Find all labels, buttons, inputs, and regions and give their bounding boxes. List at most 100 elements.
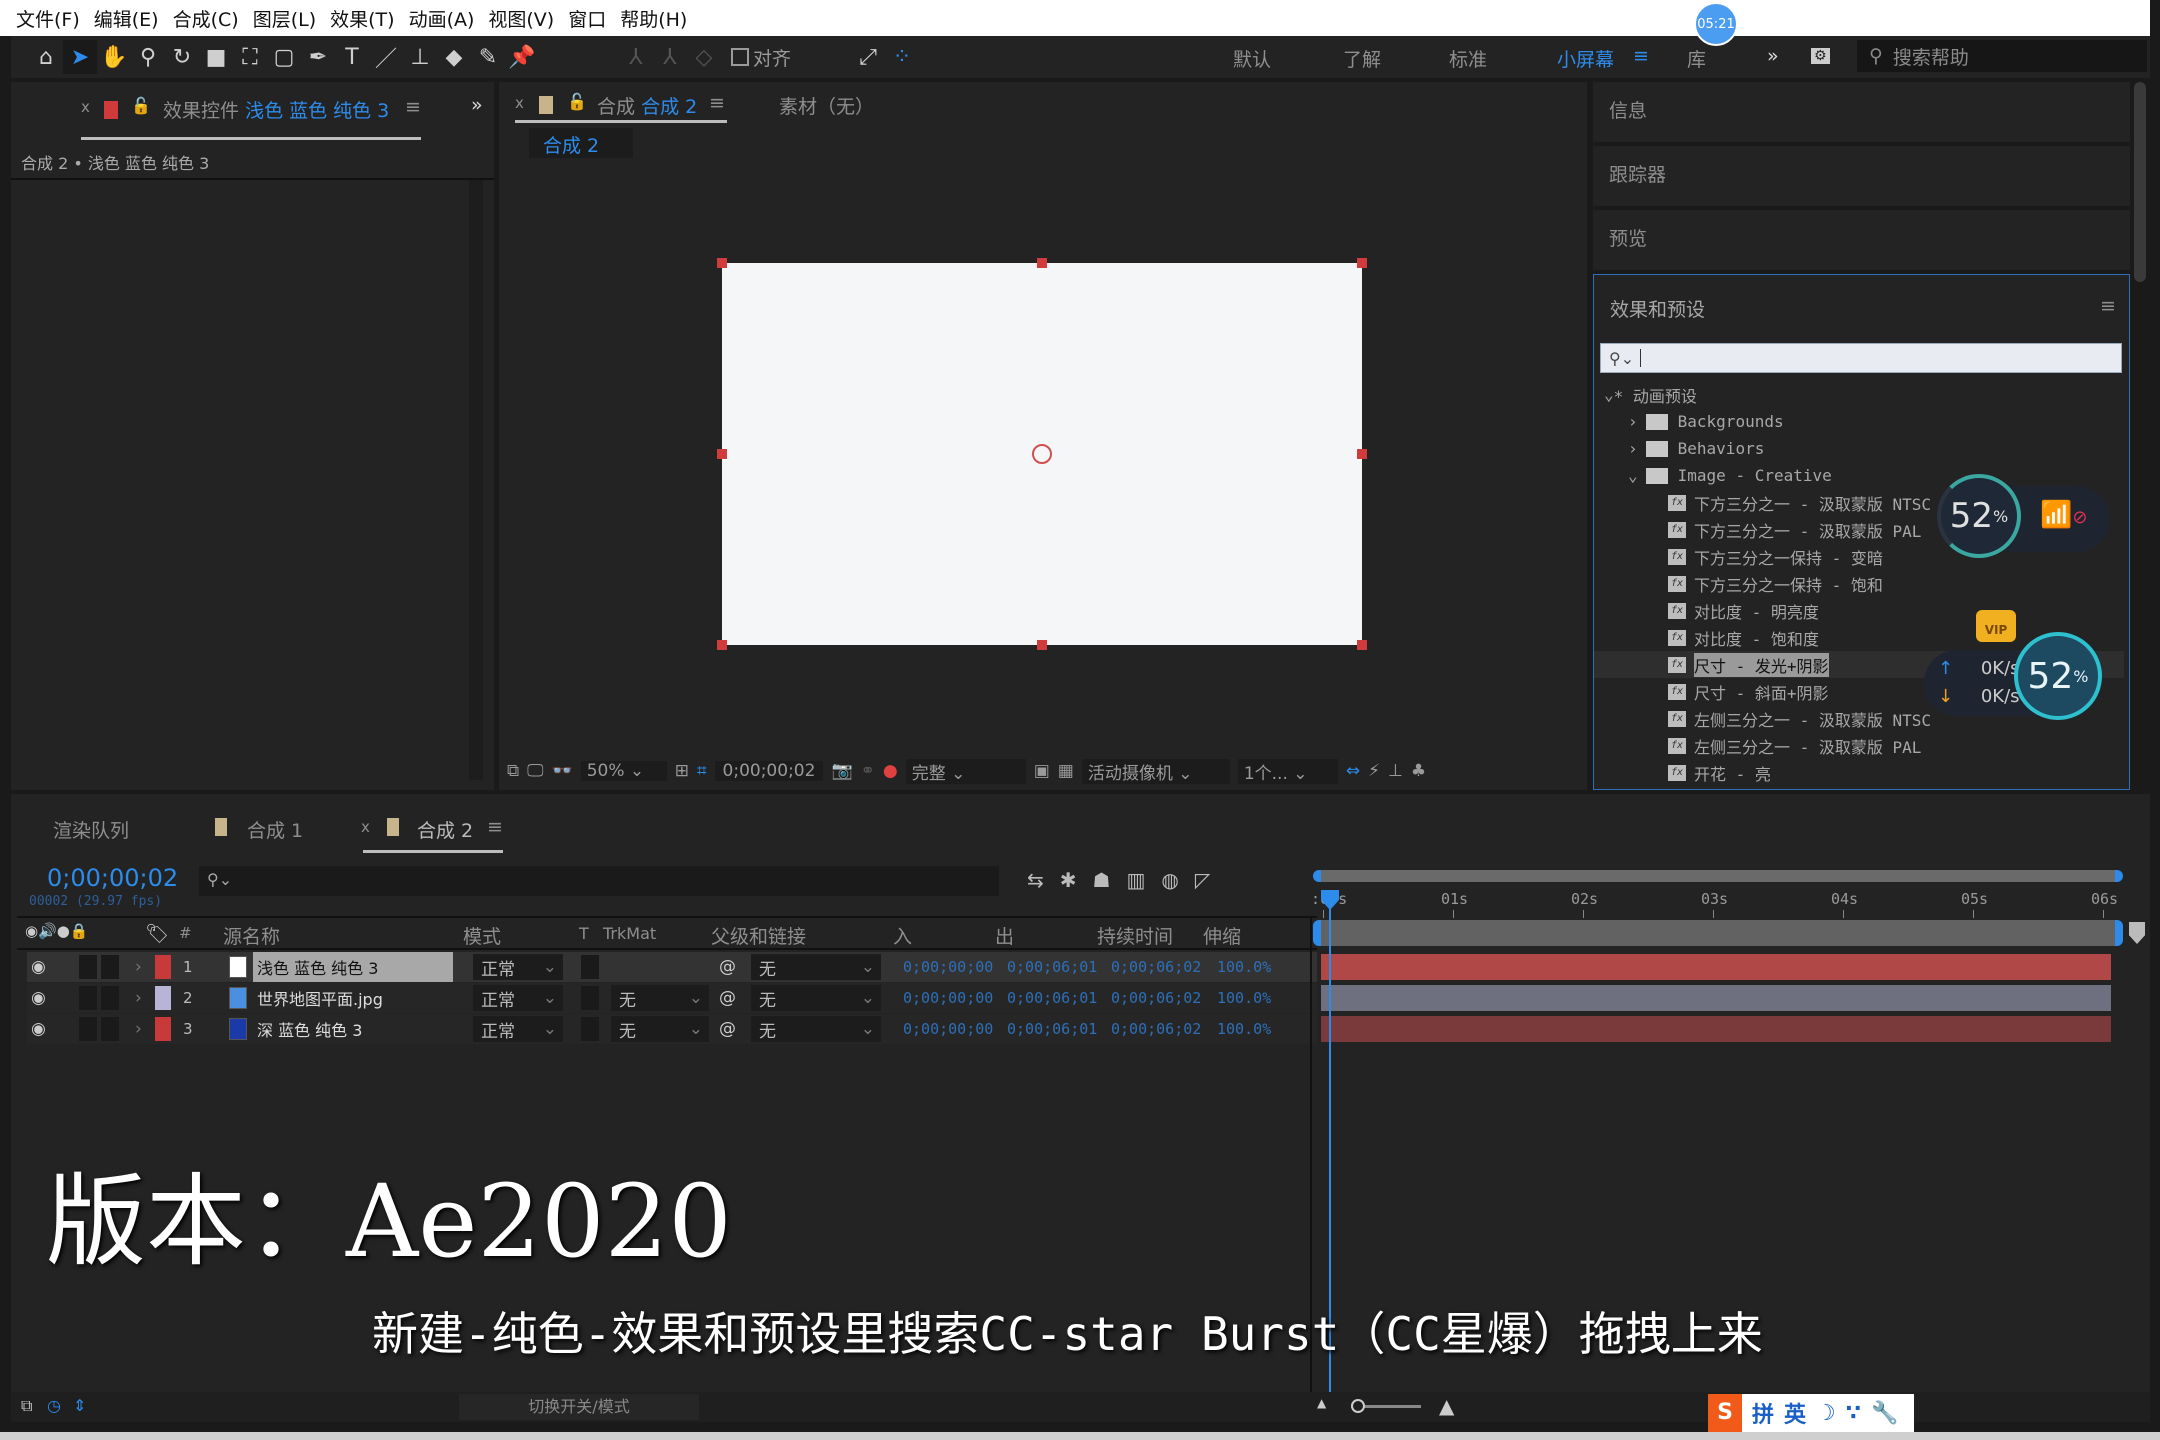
align-checkbox[interactable]: 对齐	[731, 44, 791, 71]
menu-window[interactable]: 窗口	[568, 5, 606, 32]
draft-3d-icon[interactable]: ✱	[1060, 868, 1077, 892]
tab-render-queue[interactable]: 渲染队列	[53, 816, 129, 843]
ime-toolbar[interactable]: S 拼 英 ☽ ∵ 🔧	[1708, 1394, 1914, 1432]
work-area-bar[interactable]	[1313, 920, 2123, 946]
col-source-name[interactable]: 源名称	[223, 922, 280, 949]
clone-stamp-tool-icon[interactable]: ⊥	[403, 40, 437, 74]
in-point[interactable]: 0;00;00;00	[903, 983, 993, 1013]
lock-icon[interactable]: 🔓	[131, 96, 151, 115]
time-navigator[interactable]	[1313, 870, 2123, 882]
trkmat-dropdown[interactable]: 无 ⌄	[611, 1016, 709, 1042]
layer-duration-bar[interactable]	[1321, 1016, 2111, 1042]
mask-visibility-icon[interactable]: ⌗	[697, 761, 707, 781]
brush-tool-icon[interactable]: ／	[369, 40, 403, 74]
preview-panel[interactable]: 预览	[1593, 210, 2130, 270]
preset-item[interactable]: fx 下方三分之一保持 - 饱和	[1594, 570, 2124, 597]
stretch[interactable]: 100.0%	[1217, 983, 1271, 1013]
workspace-default[interactable]: 默认	[1233, 45, 1271, 72]
hand-tool-icon[interactable]: ✋	[97, 40, 131, 74]
zoom-out-icon[interactable]: ▲	[1317, 1396, 1326, 1410]
info-panel[interactable]: 信息	[1593, 82, 2130, 142]
close-tab-icon[interactable]: x	[81, 98, 90, 116]
selection-tool-icon[interactable]: ➤	[63, 40, 97, 74]
menu-animation[interactable]: 动画(A)	[409, 5, 475, 32]
channel-icon[interactable]: ●	[883, 761, 898, 781]
lock-icon[interactable]: 🔓	[567, 92, 587, 111]
panel-menu-icon[interactable]: ≡	[487, 816, 503, 838]
vr-icon[interactable]: 👓	[552, 761, 573, 781]
solo-toggle[interactable]	[79, 1017, 97, 1041]
pick-whip-icon[interactable]: @	[719, 1014, 736, 1044]
mode-dropdown[interactable]: 正常 ⌄	[473, 954, 563, 980]
fast-previews-icon[interactable]: ⚡	[1368, 761, 1380, 781]
motion-blur-icon[interactable]: ◍	[1161, 868, 1178, 892]
expand-chevron-icon[interactable]: ›	[135, 952, 142, 982]
panel-menu-icon[interactable]: ≡	[2100, 295, 2116, 317]
workspace-standard[interactable]: 标准	[1449, 45, 1487, 72]
tree-root[interactable]: ⌄ * 动画预设	[1594, 381, 2124, 408]
transfer-controls-icon[interactable]: ◷	[47, 1396, 61, 1415]
home-icon[interactable]: ⌂	[29, 40, 63, 74]
parent-dropdown[interactable]: 无 ⌄	[751, 954, 881, 980]
in-point[interactable]: 0;00;00;00	[903, 952, 993, 982]
visibility-eye-icon[interactable]: ◉	[31, 983, 46, 1013]
tab-comp-2[interactable]: 合成 2	[417, 816, 473, 843]
menu-layer[interactable]: 图层(L)	[253, 5, 316, 32]
always-preview-icon[interactable]: ⧉	[507, 761, 519, 781]
time-ruler[interactable]: :00s01s02s03s04s05s06s	[1311, 886, 2123, 920]
preset-item[interactable]: fx 对比度 - 明亮度	[1594, 597, 2124, 624]
label-color[interactable]	[155, 1017, 171, 1041]
magnification-dropdown[interactable]: 50% ⌄	[580, 761, 667, 781]
more-workspaces-icon[interactable]: »	[1767, 45, 1779, 67]
zoom-in-icon[interactable]: ▲	[1439, 1394, 1454, 1418]
tree-folder[interactable]: ⌄ Image - Creative	[1594, 462, 2124, 489]
menu-file[interactable]: 文件(F)	[16, 5, 80, 32]
col-duration[interactable]: 持续时间	[1097, 922, 1173, 949]
snap-icon[interactable]: ⤢	[851, 40, 885, 74]
layer-switches-icon[interactable]: ⧉	[21, 1396, 32, 1416]
frame-blending-icon[interactable]: ▥	[1126, 868, 1145, 892]
col-parent[interactable]: 父级和链接	[711, 922, 806, 949]
parent-dropdown[interactable]: 无 ⌄	[751, 1016, 881, 1042]
viewer-area[interactable]	[499, 164, 1587, 744]
layer-duration-bar[interactable]	[1321, 985, 2111, 1011]
stretch[interactable]: 100.0%	[1217, 1014, 1271, 1044]
menu-help[interactable]: 帮助(H)	[620, 5, 687, 32]
transform-handle[interactable]	[717, 258, 727, 268]
transform-handle[interactable]	[717, 640, 727, 650]
mode-dropdown[interactable]: 正常 ⌄	[473, 985, 563, 1011]
sync-settings-icon[interactable]: ⚙	[1811, 48, 1830, 64]
preset-item[interactable]: fx 开花 - 亮	[1594, 759, 2124, 786]
pen-tool-icon[interactable]: ✒	[301, 40, 335, 74]
workspace-library[interactable]: 库	[1687, 45, 1706, 72]
expand-chevron-icon[interactable]: ›	[135, 983, 142, 1013]
region-of-interest-icon[interactable]: ▣	[1034, 761, 1050, 781]
expand-panels-icon[interactable]: »	[471, 94, 483, 116]
rotate-tool-icon[interactable]: ↻	[165, 40, 199, 74]
layer-name[interactable]: 浅色 蓝色 纯色 3	[253, 952, 453, 982]
col-trkmat[interactable]: TrkMat	[603, 924, 656, 943]
visibility-eye-icon[interactable]: ◉	[31, 952, 46, 982]
tree-folder[interactable]: › Behaviors	[1594, 435, 2124, 462]
pan-behind-tool-icon[interactable]: ⛶	[233, 40, 267, 74]
snap-options-icon[interactable]: ⁘	[885, 40, 919, 74]
close-tab-icon[interactable]: x	[361, 818, 370, 836]
comp-marker-icon[interactable]	[2129, 922, 2145, 944]
workspace-small-screen[interactable]: 小屏幕	[1557, 45, 1614, 72]
ime-moon-icon[interactable]: ☽	[1816, 1401, 1836, 1426]
layer-duration-bar[interactable]	[1321, 954, 2111, 980]
label-color[interactable]	[155, 955, 171, 979]
menu-effect[interactable]: 效果(T)	[330, 5, 394, 32]
in-out-icon[interactable]: ⇕	[73, 1396, 86, 1415]
roto-brush-tool-icon[interactable]: ✎	[471, 40, 505, 74]
zoom-tool-icon[interactable]: ⚲	[131, 40, 165, 74]
panel-menu-icon[interactable]: ≡	[709, 92, 725, 114]
menu-edit[interactable]: 编辑(E)	[94, 5, 159, 32]
layer-row[interactable]: ◉ › 1 浅色 蓝色 纯色 3 正常 ⌄ @ 无 ⌄ 0;00;00;00 0;0…	[27, 952, 1317, 982]
timeline-zoom-slider[interactable]	[1351, 1399, 1421, 1413]
preset-item[interactable]: fx 左侧三分之一 - 汲取蒙版 PAL	[1594, 732, 2124, 759]
puppet-pin-tool-icon[interactable]: 📌	[505, 40, 539, 74]
duration[interactable]: 0;00;06;02	[1111, 952, 1201, 982]
preserve-transparency-toggle[interactable]	[581, 955, 599, 979]
anchor-point-icon[interactable]	[1032, 444, 1052, 464]
